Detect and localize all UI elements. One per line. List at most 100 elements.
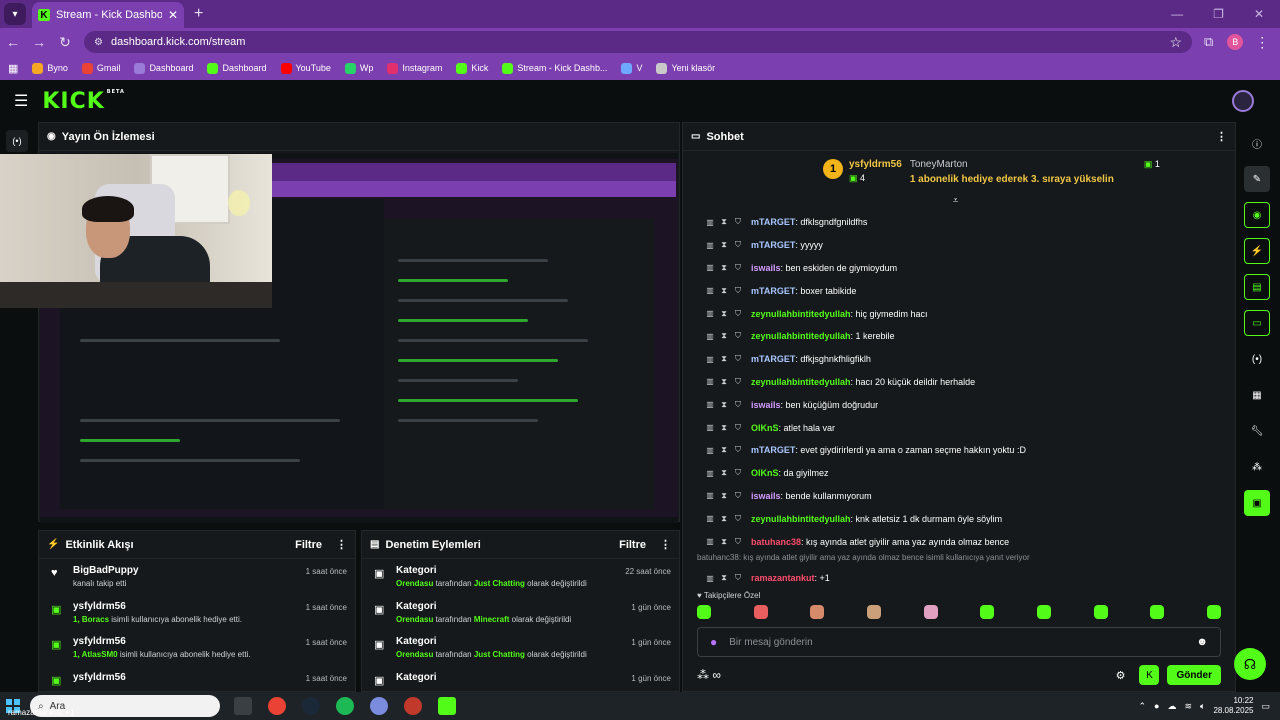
bookmark-item[interactable]: Yeni klasör — [656, 62, 715, 74]
kick-app-icon[interactable] — [438, 697, 456, 715]
restore-icon[interactable]: ❐ — [1213, 7, 1224, 21]
chat-message[interactable]: ▥ ⧗ ⛉ mTARGET: boxer tabikide — [683, 279, 1235, 302]
task-view-icon[interactable] — [234, 697, 252, 715]
chat-message[interactable]: ▥ ⧗ ⛉ mTARGET: dfkjsghnkfhligfiklh — [683, 348, 1235, 371]
timeout-icon[interactable]: ⧗ — [717, 354, 731, 364]
emote-icon[interactable] — [697, 605, 711, 619]
timeout-icon[interactable]: ⧗ — [717, 286, 731, 296]
extensions-icon[interactable]: ⧉ — [1204, 34, 1213, 50]
new-tab-button[interactable]: + — [194, 5, 203, 23]
microphone-icon[interactable]: ● — [710, 635, 717, 649]
help-button[interactable]: ☊ — [1234, 648, 1266, 680]
clock[interactable]: 10:22 28.08.2025 — [1213, 696, 1253, 716]
chat-username[interactable]: mTARGET — [751, 240, 795, 250]
bookmark-item[interactable]: Kick — [456, 62, 488, 74]
delete-icon[interactable]: ▥ — [703, 446, 717, 455]
timeout-icon[interactable]: ⧗ — [717, 217, 731, 227]
chat-message[interactable]: ▥ ⧗ ⛉ zeynullahbintitedyullah: knk atletsiz… — [683, 507, 1235, 530]
moderation-item[interactable]: ▣ Kategori Orendasu tarafından Just Chatti… — [362, 630, 679, 666]
activity-item[interactable]: ▣ ysfyldrm56 1, Boracs isimli kullanıcıya … — [39, 595, 355, 631]
timeout-icon[interactable]: ⧗ — [717, 514, 731, 524]
close-tab-icon[interactable]: ✕ — [168, 8, 178, 22]
more-options-icon[interactable]: ⋮ — [660, 538, 671, 551]
emote-icon[interactable] — [1206, 605, 1221, 619]
camera-preview-icon[interactable]: ◉ — [1244, 202, 1270, 228]
emote-icon[interactable] — [866, 605, 881, 619]
kick-emote-icon[interactable]: K — [1139, 665, 1160, 685]
chat-username[interactable]: zeynullahbintitedyullah — [751, 309, 851, 319]
chat-username[interactable]: zeynullahbintitedyullah — [751, 514, 851, 524]
chat-username[interactable]: mTARGET — [751, 217, 795, 227]
chat-message[interactable]: ▥ ⧗ ⛉ batuhanc38: kış ayında atlet giyilir … — [683, 530, 1235, 553]
chat-username[interactable]: batuhanc38 — [751, 537, 801, 547]
apps-grid-icon[interactable]: ▦ — [8, 62, 18, 75]
delete-icon[interactable]: ▥ — [703, 400, 717, 409]
lightning-icon[interactable]: ⚡ — [1244, 238, 1270, 264]
bookmark-item[interactable]: Instagram — [387, 62, 442, 74]
user-avatar[interactable] — [1232, 90, 1254, 112]
emote-icon[interactable] — [923, 605, 938, 619]
chat-username[interactable]: ramazantankut — [751, 573, 815, 583]
chat-message[interactable]: ▥ ⧗ ⛉ mTARGET: evet giydirirlerdi ya ama o … — [683, 439, 1235, 462]
chat-message[interactable]: ▥ ⧗ ⛉ mTARGET: yyyyy — [683, 234, 1235, 257]
browser-menu-icon[interactable]: ⋮ — [1255, 34, 1269, 51]
emote-icon[interactable] — [810, 605, 825, 619]
chat-username[interactable]: zeynullahbintitedyullah — [751, 331, 851, 341]
chat-message[interactable]: ▥ ⧗ ⛉ zeynullahbintitedyullah: 1 kerebile — [683, 325, 1235, 348]
timeout-icon[interactable]: ⧗ — [717, 309, 731, 319]
cloud-icon[interactable]: ☁ — [1167, 701, 1176, 712]
volume-icon[interactable]: 🔈︎ — [1200, 701, 1205, 712]
delete-icon[interactable]: ▥ — [703, 377, 717, 386]
emote-icon[interactable] — [1036, 605, 1051, 619]
emote-icon[interactable] — [1093, 605, 1108, 619]
chat-username[interactable]: OlKnS — [751, 423, 779, 433]
delete-icon[interactable]: ▥ — [703, 423, 717, 432]
kicks-icon[interactable]: ⁂ ∞ — [697, 668, 721, 682]
kick-logo[interactable]: KICK BETA — [42, 89, 125, 114]
chrome-icon[interactable] — [268, 697, 286, 715]
timeout-icon[interactable]: ⧗ — [717, 423, 731, 433]
chat-message[interactable]: ▥ ⧗ ⛉ zeynullahbintitedyullah: hiç giymedim… — [683, 302, 1235, 325]
delete-icon[interactable]: ▥ — [703, 263, 717, 272]
app-icon[interactable] — [370, 697, 388, 715]
timeout-icon[interactable]: ⧗ — [717, 445, 731, 455]
chat-username[interactable]: iswails — [751, 263, 781, 273]
timeout-icon[interactable]: ⧗ — [717, 468, 731, 478]
chat-username[interactable]: mTARGET — [751, 354, 795, 364]
back-icon[interactable]: ← — [0, 34, 26, 50]
reload-icon[interactable]: ↻ — [52, 34, 78, 51]
send-button[interactable]: Gönder — [1167, 665, 1221, 685]
bookmark-item[interactable]: Byno — [32, 62, 68, 74]
activity-item[interactable]: ♥ BigBadPuppy kanalı takip etti 1 saat önce — [39, 559, 355, 595]
timeout-icon[interactable]: ⧗ — [717, 573, 731, 583]
timeout-icon[interactable]: ⧗ — [717, 537, 731, 547]
emote-icon[interactable] — [1150, 605, 1165, 619]
profile-avatar[interactable]: B — [1227, 34, 1244, 50]
moderation-item[interactable]: ▣ Kategori Orendasu tarafından Just Chatti… — [362, 559, 679, 595]
delete-icon[interactable]: ▥ — [703, 286, 717, 295]
browser-tab[interactable]: K Stream - Kick Dashboard ✕ — [32, 2, 184, 28]
hamburger-menu-icon[interactable]: ☰ — [14, 91, 28, 111]
delete-icon[interactable]: ▥ — [703, 218, 717, 227]
delete-icon[interactable]: ▥ — [703, 537, 717, 546]
top-gifter[interactable]: ysfyldrm56 ▣ 4 — [849, 159, 902, 184]
forward-icon[interactable]: → — [26, 34, 52, 50]
activity-item[interactable]: ▣ ysfyldrm56 1, AtlasSM0 isimli kullanıcıy… — [39, 630, 355, 666]
chat-message[interactable]: ▥ ⧗ ⛉ iswails: ben eskiden de giymioydum — [683, 257, 1235, 280]
bookmark-star-icon[interactable]: ☆ — [1169, 34, 1182, 51]
bookmark-item[interactable]: Wp — [344, 62, 373, 74]
timeout-icon[interactable]: ⧗ — [717, 400, 731, 410]
site-info-icon[interactable]: ⚙ — [94, 37, 103, 48]
nodes-icon[interactable]: ⁂ — [1244, 454, 1270, 480]
bookmark-item[interactable]: YouTube — [280, 62, 331, 74]
timeout-icon[interactable]: ⧗ — [717, 331, 731, 341]
info-icon[interactable]: ⓘ — [1244, 130, 1270, 156]
url-bar[interactable]: ⚙ dashboard.kick.com/stream ☆ — [84, 31, 1192, 53]
more-options-icon[interactable]: ⋮ — [336, 538, 347, 551]
chat-username[interactable]: mTARGET — [751, 445, 795, 455]
filter-button[interactable]: Filtre — [619, 539, 646, 551]
chat-message[interactable]: ▥ ⧗ ⛉ mTARGET: dfklsgndfgnildfhs — [683, 211, 1235, 234]
more-options-icon[interactable]: ⋮ — [1216, 130, 1227, 143]
delete-icon[interactable]: ▥ — [703, 469, 717, 478]
delete-icon[interactable]: ▥ — [703, 574, 717, 583]
